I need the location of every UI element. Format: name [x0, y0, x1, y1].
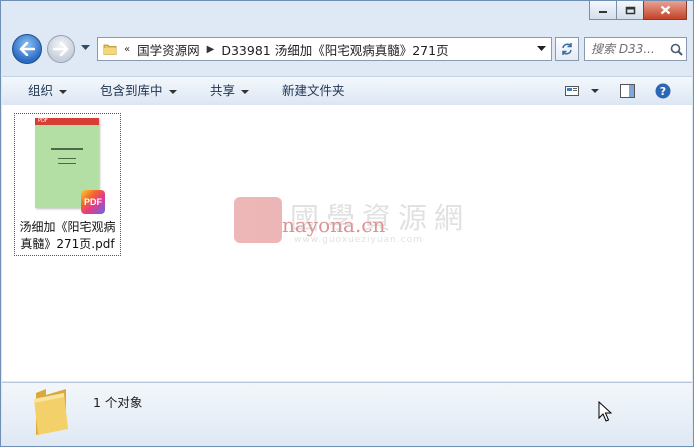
thumbnail-title-line — [51, 148, 83, 150]
minimize-icon — [599, 11, 607, 13]
preview-pane-button[interactable] — [620, 81, 635, 101]
help-icon: ? — [655, 83, 671, 99]
file-name-line-2: 真髓》271页.pdf — [20, 237, 115, 251]
close-button[interactable] — [643, 1, 687, 20]
new-folder-button[interactable]: 新建文件夹 — [282, 77, 345, 105]
maximize-icon — [625, 6, 635, 14]
mouse-cursor-icon — [598, 401, 612, 422]
watermark-url-text: www.guoxueziyuan.com — [294, 235, 423, 245]
address-dropdown-icon[interactable] — [537, 46, 546, 52]
folder-icon — [34, 389, 68, 435]
new-folder-label: 新建文件夹 — [282, 83, 345, 98]
file-item-pdf[interactable]: PDF PDF 汤细加《阳宅观病 真髓》271页.pdf — [14, 113, 121, 256]
recent-pages-dropdown-icon[interactable] — [81, 45, 90, 51]
details-pane: 1 个对象 — [2, 382, 692, 445]
preview-pane-icon — [620, 84, 635, 98]
chevron-down-icon — [168, 89, 177, 94]
thumbnail-header-band: PDF — [35, 118, 99, 125]
svg-text:?: ? — [660, 85, 666, 98]
minimize-button[interactable] — [589, 1, 617, 20]
arrow-left-icon — [19, 42, 35, 56]
chevron-down-icon — [591, 89, 599, 93]
help-button[interactable]: ? — [655, 81, 671, 101]
thumbnail-text-line — [58, 163, 76, 164]
refresh-button[interactable] — [555, 37, 579, 61]
navigation-bar: « 国学资源网 ▶ D33981 汤细加《阳宅观病真髓》271页 — [9, 32, 687, 66]
forward-button[interactable] — [47, 35, 75, 63]
change-view-button[interactable] — [565, 81, 599, 101]
file-name[interactable]: 汤细加《阳宅观病 真髓》271页.pdf — [15, 219, 120, 253]
window-controls — [589, 1, 687, 20]
thumbnail-text-line — [58, 158, 76, 159]
breadcrumb-separator-icon[interactable]: ▶ — [207, 44, 215, 55]
share-label: 共享 — [210, 83, 236, 98]
search-icon[interactable] — [670, 43, 683, 56]
address-bar[interactable]: « 国学资源网 ▶ D33981 汤细加《阳宅观病真髓》271页 — [97, 37, 552, 61]
organize-label: 组织 — [28, 83, 54, 98]
search-box[interactable] — [584, 37, 687, 61]
thumbnail-band-label: PDF — [38, 118, 48, 124]
organize-menu[interactable]: 组织 — [28, 77, 68, 105]
folder-icon — [103, 44, 117, 55]
back-button[interactable] — [12, 34, 42, 64]
breadcrumb-overflow[interactable]: « — [124, 44, 130, 55]
explorer-window: « 国学资源网 ▶ D33981 汤细加《阳宅观病真髓》271页 组织 包含到库… — [0, 0, 694, 447]
include-in-library-label: 包含到库中 — [100, 83, 163, 98]
close-icon — [660, 5, 670, 15]
breadcrumb-item-root[interactable]: 国学资源网 — [137, 40, 200, 59]
share-menu[interactable]: 共享 — [210, 77, 250, 105]
maximize-button[interactable] — [616, 1, 644, 20]
pdf-badge-label: PDF — [84, 197, 102, 207]
file-list-pane[interactable]: PDF PDF 汤细加《阳宅观病 真髓》271页.pdf 國學資源網 nayon… — [2, 105, 692, 381]
pdf-file-icon: PDF — [81, 190, 105, 214]
chevron-down-icon — [59, 89, 68, 94]
chevron-down-icon — [241, 89, 250, 94]
breadcrumb-item-current[interactable]: D33981 汤细加《阳宅观病真髓》271页 — [221, 40, 448, 59]
arrow-right-icon — [53, 42, 69, 56]
watermark-site-text: nayona.cn — [282, 213, 386, 237]
item-count: 1 个对象 — [93, 395, 143, 410]
search-input[interactable] — [591, 42, 667, 56]
file-name-line-1: 汤细加《阳宅观病 — [19, 220, 116, 234]
command-bar: 组织 包含到库中 共享 新建文件夹 ? — [2, 76, 692, 106]
include-in-library-menu[interactable]: 包含到库中 — [100, 77, 177, 105]
view-icon — [565, 86, 579, 96]
watermark-seal-logo — [234, 197, 282, 243]
refresh-icon — [562, 43, 572, 55]
